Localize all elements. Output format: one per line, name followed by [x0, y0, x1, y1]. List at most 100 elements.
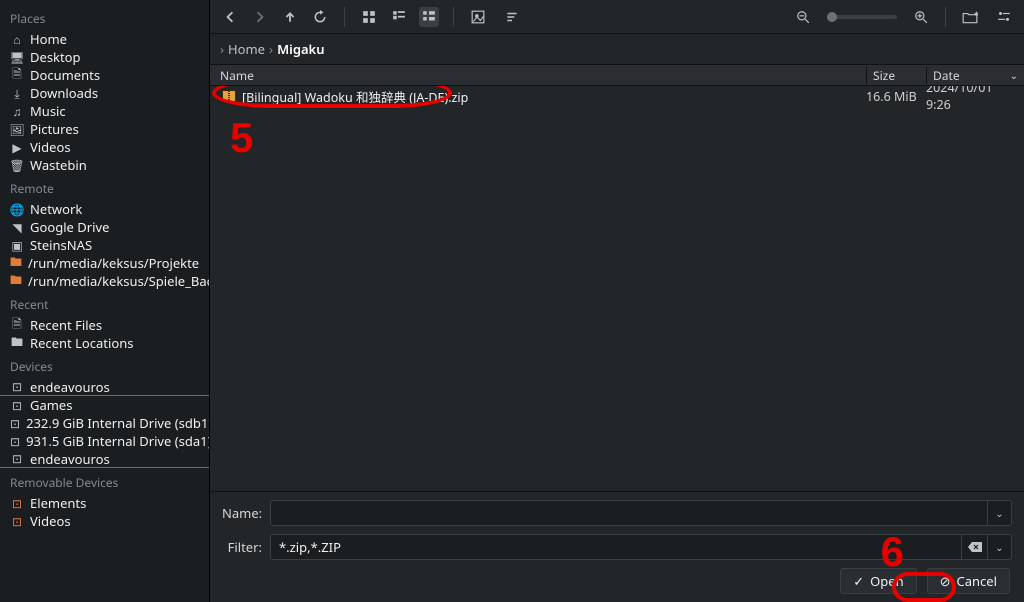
- open-button-label: Open: [870, 572, 904, 590]
- sidebar-item-label: Elements: [30, 494, 86, 512]
- sidebar-item[interactable]: ⊡ Elements: [0, 494, 209, 512]
- zip-icon: [222, 90, 236, 102]
- check-icon: ✓: [853, 572, 864, 590]
- sidebar-item[interactable]: 🗎Recent Files: [0, 316, 209, 334]
- column-header-name[interactable]: Name: [210, 67, 866, 84]
- file-name: [Bilingual] Wadoku 和独辞典 (JA-DE).zip: [242, 87, 468, 106]
- sidebar-item-label: /run/media/keksus/Projekte: [28, 254, 199, 272]
- sidebar-item-label: Network: [30, 200, 82, 218]
- filter-field-label: Filter:: [222, 538, 262, 556]
- sidebar-section-title: Recent: [0, 290, 209, 316]
- sort-button[interactable]: [502, 7, 522, 27]
- column-header-date-label: Date: [933, 67, 960, 84]
- breadcrumb: › Home › Migaku: [210, 34, 1024, 64]
- sidebar-item[interactable]: ⊡Games: [0, 396, 209, 414]
- sidebar-item[interactable]: 🗎Documents: [0, 66, 209, 84]
- breadcrumb-segment[interactable]: Home: [228, 40, 265, 58]
- view-compact-button[interactable]: [389, 7, 409, 27]
- sidebar-item-label: Google Drive: [30, 218, 109, 236]
- back-button[interactable]: [220, 7, 240, 27]
- sidebar-item-label: Wastebin: [30, 156, 87, 174]
- reload-button[interactable]: [310, 7, 330, 27]
- sidebar-item[interactable]: ⊡ 232.9 GiB Internal Drive (sdb1): [0, 414, 209, 432]
- place-icon: ⊡: [10, 495, 24, 512]
- sidebar-item[interactable]: ⊡ endeavouros: [0, 450, 209, 468]
- name-input[interactable]: [270, 500, 988, 526]
- toolbar: ★: [210, 0, 1024, 34]
- sidebar-item[interactable]: ▣SteinsNAS: [0, 236, 209, 254]
- sidebar-item[interactable]: ⤓Downloads: [0, 84, 209, 102]
- sidebar-section-title: Places: [0, 4, 209, 30]
- sidebar-item[interactable]: ♫Music: [0, 102, 209, 120]
- up-button[interactable]: [280, 7, 300, 27]
- sidebar-item[interactable]: 🖿 /run/media/keksus/Projekte: [0, 254, 209, 272]
- svg-text:★: ★: [973, 10, 978, 19]
- filter-dropdown[interactable]: ⌄: [988, 534, 1012, 560]
- sidebar-item[interactable]: 🖼Pictures: [0, 120, 209, 138]
- settings-button[interactable]: [994, 7, 1014, 27]
- open-button[interactable]: ✓ Open: [840, 568, 916, 594]
- sidebar-item[interactable]: ⊡931.5 GiB Internal Drive (sda1): [0, 432, 209, 450]
- place-icon: 🗎: [10, 316, 24, 334]
- file-dialog: Places⌂Home🖥 Desktop🗎Documents⤓Downloads♫…: [0, 0, 1024, 602]
- sidebar-item[interactable]: ⊡ endeavouros: [0, 378, 209, 396]
- sidebar-item-label: endeavouros: [30, 450, 110, 468]
- bottom-panel: Name: ⌄ Filter: *.zip,*.ZIP ⌄ ✓: [210, 491, 1024, 602]
- sidebar-item-label: Pictures: [30, 120, 79, 138]
- place-icon: ⊡: [10, 433, 20, 450]
- main-pane: ★ › Home › Migaku Name Size Date ⌄ [Bili…: [210, 0, 1024, 602]
- zoom-out-button[interactable]: [793, 7, 813, 27]
- zoom-in-button[interactable]: [911, 7, 931, 27]
- sidebar-section-title: Removable Devices: [0, 468, 209, 494]
- name-dropdown[interactable]: ⌄: [988, 500, 1012, 526]
- file-row[interactable]: [Bilingual] Wadoku 和独辞典 (JA-DE).zip 16.6…: [210, 86, 1024, 106]
- sidebar-item[interactable]: 🖿Recent Locations: [0, 334, 209, 352]
- place-icon: 🗎: [10, 66, 24, 84]
- file-list[interactable]: [Bilingual] Wadoku 和独辞典 (JA-DE).zip 16.6…: [210, 86, 1024, 491]
- place-icon: 🖿: [10, 334, 24, 352]
- chevron-right-icon: ›: [269, 40, 273, 58]
- view-icons-button[interactable]: [359, 7, 379, 27]
- cancel-icon: ⊘: [940, 572, 951, 590]
- column-header-date[interactable]: Date ⌄: [926, 67, 1024, 84]
- place-icon: ⊡: [10, 378, 24, 395]
- sidebar-item[interactable]: 🗑 Wastebin: [0, 156, 209, 174]
- sidebar-item-label: 232.9 GiB Internal Drive (sdb1): [26, 414, 209, 432]
- place-icon: ♫: [10, 103, 24, 120]
- cancel-button[interactable]: ⊘ Cancel: [927, 568, 1010, 594]
- file-size: 16.6 MiB: [866, 88, 926, 105]
- sidebar-item[interactable]: ⌂Home: [0, 30, 209, 48]
- zoom-slider[interactable]: [827, 15, 897, 19]
- place-icon: ⊡: [10, 450, 24, 467]
- filter-input[interactable]: *.zip,*.ZIP: [270, 534, 962, 560]
- filter-clear-button[interactable]: [962, 534, 988, 560]
- sidebar-item[interactable]: 🖥 Desktop: [0, 48, 209, 66]
- sidebar-item[interactable]: ◥ Google Drive: [0, 218, 209, 236]
- sidebar-item-label: Games: [30, 396, 72, 414]
- sidebar-item-label: endeavouros: [30, 378, 110, 396]
- sidebar-item-label: Desktop: [30, 48, 81, 66]
- sidebar-item[interactable]: ⊡Videos: [0, 512, 209, 530]
- place-icon: 🖥: [10, 49, 24, 66]
- chevron-down-icon: ⌄: [1010, 68, 1018, 82]
- sidebar-item[interactable]: 🖿/run/media/keksus/Spiele_Backups: [0, 272, 209, 290]
- sidebar-item[interactable]: 🌐Network: [0, 200, 209, 218]
- new-folder-button[interactable]: ★: [960, 7, 980, 27]
- sidebar-item[interactable]: ▶Videos: [0, 138, 209, 156]
- forward-button[interactable]: [250, 7, 270, 27]
- column-header-size[interactable]: Size: [866, 67, 926, 84]
- place-icon: ◥: [10, 219, 24, 236]
- sidebar-item-label: /run/media/keksus/Spiele_Backups: [28, 272, 209, 290]
- preview-toggle[interactable]: [468, 7, 488, 27]
- place-icon: 🗑: [10, 157, 24, 174]
- place-icon: ▶: [10, 139, 24, 156]
- view-details-button[interactable]: [419, 7, 439, 27]
- annotation-number-5: 5: [230, 114, 253, 162]
- breadcrumb-segment-current[interactable]: Migaku: [277, 40, 324, 58]
- place-icon: ⤓: [10, 85, 24, 102]
- sidebar-section-title: Devices: [0, 352, 209, 378]
- place-icon: 🖿: [10, 254, 22, 272]
- places-sidebar: Places⌂Home🖥 Desktop🗎Documents⤓Downloads♫…: [0, 0, 210, 602]
- place-icon: ⊡: [10, 513, 24, 530]
- place-icon: ⊡: [10, 415, 20, 432]
